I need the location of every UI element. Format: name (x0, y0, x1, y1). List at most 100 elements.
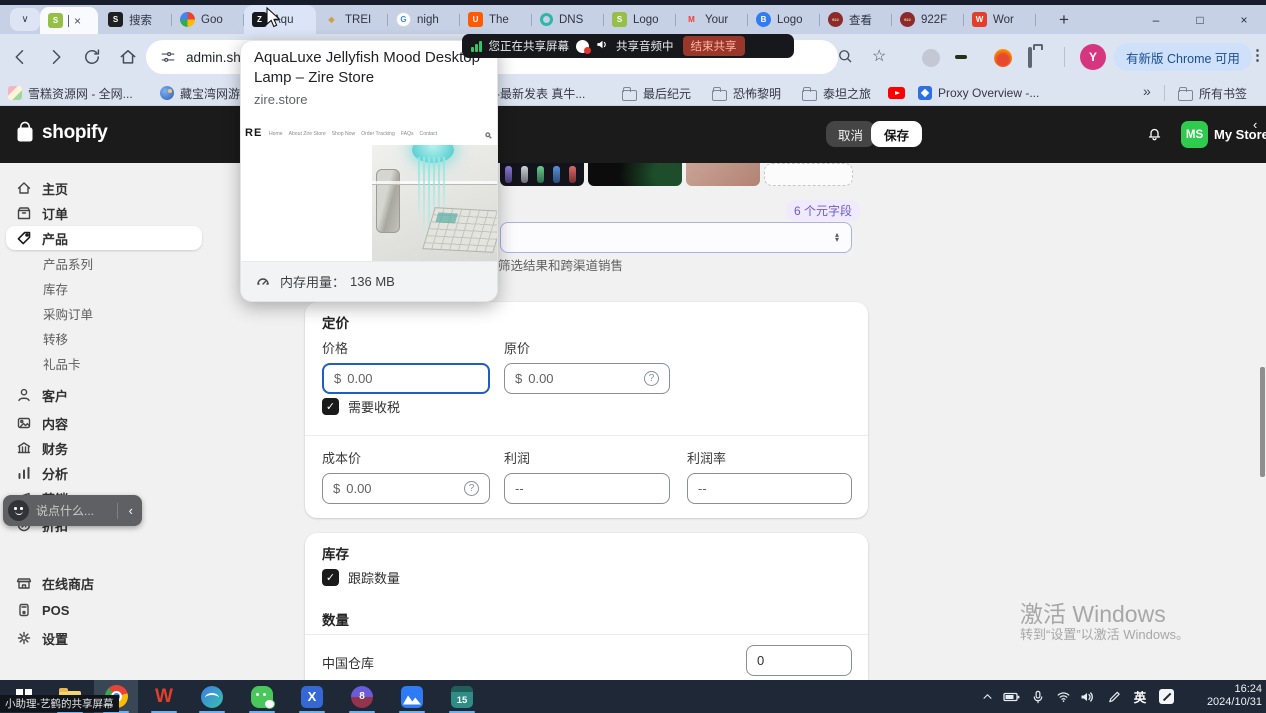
sidebar-item-产品[interactable]: 产品 (6, 226, 202, 250)
search-icon[interactable] (836, 47, 854, 70)
bookmark-item[interactable]: 最后纪元 (622, 84, 691, 102)
cost-input[interactable]: $ 0.00 ? (322, 473, 490, 504)
ime-indicator[interactable]: 英 (1129, 680, 1151, 713)
sidebar-item-订单[interactable]: 订单 (6, 201, 202, 225)
new-tab-button[interactable]: + (1052, 8, 1076, 32)
sidebar-item-分析[interactable]: 分析 (6, 461, 202, 485)
checkbox-checked-icon[interactable]: ✓ (322, 398, 339, 415)
taskbar-app-lanhu[interactable] (390, 680, 434, 713)
scrollbar-thumb[interactable] (1260, 367, 1265, 477)
taskbar-app-wps[interactable]: W (142, 680, 186, 713)
sidebar-item-客户[interactable]: 客户 (6, 383, 202, 407)
profit-input[interactable]: -- (504, 473, 670, 504)
volume-icon[interactable] (1076, 680, 1098, 713)
browser-tab[interactable]: Goo (172, 5, 244, 34)
profile-avatar[interactable]: Y (1080, 44, 1106, 70)
quantity-input[interactable]: 0 (746, 645, 852, 676)
sidebar-item-settings[interactable]: 设置 (6, 626, 202, 650)
tab-search-button[interactable]: ∨ (10, 8, 40, 31)
sidebar-item-采购订单[interactable]: 采购订单 (6, 301, 202, 325)
browser-tab[interactable]: 922922F (892, 5, 964, 34)
sidebar-item-礼品卡[interactable]: 礼品卡 (6, 351, 202, 375)
cancel-button[interactable]: 取消 (826, 121, 875, 147)
extensions-puzzle-icon[interactable] (1028, 47, 1032, 68)
collapse-left-icon[interactable]: ‹ (125, 503, 137, 518)
track-quantity-checkbox-row[interactable]: ✓ 跟踪数量 (322, 568, 400, 587)
browser-tab[interactable]: 922查看 (820, 5, 892, 34)
bookmarks-overflow-icon[interactable]: » (1143, 83, 1151, 99)
taskbar-app-calendar[interactable]: 15 (440, 680, 484, 713)
margin-input[interactable]: -- (687, 473, 852, 504)
bookmark-item[interactable]: 雪糕资源网 - 全网... (8, 84, 133, 102)
sidebar-item-内容[interactable]: 内容 (6, 411, 202, 435)
all-bookmarks[interactable]: 所有书签 (1178, 84, 1247, 102)
collapse-chevron-icon[interactable]: ‹ (1253, 117, 1257, 132)
extension-icon[interactable] (994, 49, 1012, 67)
active-tab[interactable]: S × (40, 7, 98, 34)
product-media-thumbnail[interactable] (686, 163, 760, 186)
sidebar-item-主页[interactable]: 主页 (6, 176, 202, 200)
browser-tab[interactable]: ◆TREI (316, 5, 388, 34)
metafields-link[interactable]: 6 个元字段 (786, 200, 860, 221)
tab-close-icon[interactable]: × (74, 15, 81, 27)
menu-kebab-icon[interactable]: ⋮ (1250, 46, 1265, 64)
chat-input[interactable]: 说点什么... (36, 502, 110, 519)
browser-tab[interactable]: BLogo (748, 5, 820, 34)
category-select[interactable]: ▴▾ (500, 222, 852, 253)
sidebar-item-转移[interactable]: 转移 (6, 326, 202, 350)
forward-icon[interactable] (46, 47, 66, 67)
notifications-bell-icon[interactable] (1146, 125, 1163, 147)
taskbar-app-wechat[interactable] (240, 680, 284, 713)
store-avatar[interactable]: MS (1181, 121, 1208, 148)
charge-tax-checkbox-row[interactable]: ✓ 需要收税 (322, 397, 400, 416)
browser-tab[interactable]: WWor (964, 5, 1036, 34)
taskbar-clock[interactable]: 16:24 2024/10/31 (1186, 683, 1262, 709)
browser-tab[interactable]: DNS (532, 5, 604, 34)
add-media-tile[interactable] (764, 163, 853, 186)
browser-tab[interactable]: SLogo (604, 5, 676, 34)
sidebar-item-产品系列[interactable]: 产品系列 (6, 251, 202, 275)
help-icon[interactable]: ? (644, 371, 659, 386)
shopify-logo[interactable]: shopify (14, 121, 107, 145)
bookmark-item[interactable] (888, 84, 905, 102)
taskbar-app-xapp[interactable]: X (290, 680, 334, 713)
home-icon[interactable] (118, 47, 138, 67)
taskbar-app-sunlogin[interactable] (190, 680, 234, 713)
bookmark-item[interactable]: 泰坦之旅 (802, 84, 871, 102)
browser-tab[interactable]: S搜索 (100, 5, 172, 34)
close-button[interactable]: × (1222, 13, 1266, 27)
help-icon[interactable]: ? (464, 481, 479, 496)
bookmark-item[interactable]: 恐怖黎明 (712, 84, 781, 102)
taskbar-app-app8[interactable]: 8 (340, 680, 384, 713)
browser-tab[interactable]: MYour (676, 5, 748, 34)
sidebar-item-库存[interactable]: 库存 (6, 276, 202, 300)
bookmark-item[interactable]: 藏宝湾网游... (160, 84, 250, 102)
extension-icon[interactable] (922, 49, 940, 67)
pen-icon[interactable] (1103, 680, 1125, 713)
minimize-button[interactable]: – (1134, 13, 1178, 27)
bookmark-item[interactable]: 读-最新发表 真牛... (484, 84, 585, 102)
browser-tab[interactable]: Gnigh (388, 5, 460, 34)
save-button[interactable]: 保存 (871, 121, 922, 147)
product-media-thumbnail[interactable] (500, 163, 584, 186)
reload-icon[interactable] (82, 47, 102, 67)
chrome-update-button[interactable]: 有新版 Chrome 可用 (1114, 43, 1252, 71)
sidebar-item-在线商店[interactable]: 在线商店 (6, 571, 202, 595)
battery-icon[interactable] (1000, 680, 1024, 713)
notes-tray-icon[interactable] (1155, 680, 1177, 713)
wifi-icon[interactable] (1052, 680, 1074, 713)
maximize-button[interactable]: □ (1178, 13, 1222, 27)
stop-sharing-button[interactable]: 结束共享 (683, 36, 745, 56)
product-media-thumbnail[interactable] (588, 163, 682, 186)
bookmark-item[interactable]: Proxy Overview -... (918, 84, 1039, 102)
browser-tab[interactable]: UThe (460, 5, 532, 34)
sidebar-item-财务[interactable]: 财务 (6, 436, 202, 460)
store-name[interactable]: My Store (1214, 127, 1266, 142)
chat-assistant-widget[interactable]: 说点什么... ‹ (3, 495, 142, 526)
sidebar-item-POS[interactable]: POS (6, 598, 202, 622)
tray-chevron-icon[interactable] (976, 680, 998, 713)
back-icon[interactable] (10, 47, 30, 67)
price-input[interactable]: $ 0.00 (322, 363, 490, 394)
compare-price-input[interactable]: $ 0.00 ? (504, 363, 670, 394)
bookmark-star-icon[interactable]: ☆ (872, 47, 886, 67)
